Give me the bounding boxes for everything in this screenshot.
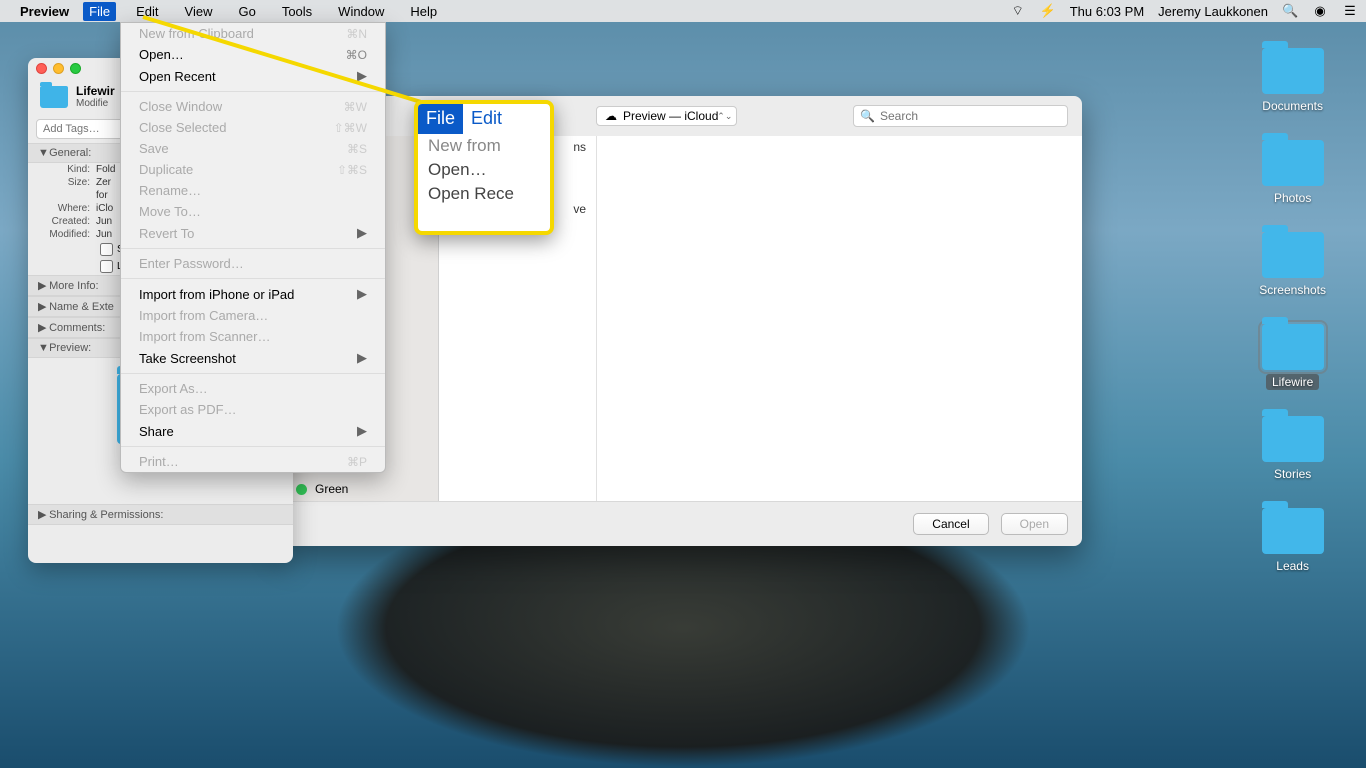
open-dialog: ☁︎ Preview — iCloud 🔍 Yellow Green ns ve… (282, 96, 1082, 546)
menu-item-new-from-clipboard: New from Clipboard⌘N (121, 23, 385, 44)
callout-edit: Edit (463, 104, 510, 134)
menu-item-open-[interactable]: Open…⌘O (121, 44, 385, 65)
desktop-folder-stories[interactable]: Stories (1262, 416, 1324, 482)
search-input[interactable] (853, 105, 1068, 127)
menu-item-take-screenshot[interactable]: Take Screenshot▶ (121, 347, 385, 369)
cancel-button[interactable]: Cancel (913, 513, 988, 535)
menu-window[interactable]: Window (332, 2, 390, 21)
folder-icon (1262, 416, 1324, 462)
folder-icon (1262, 140, 1324, 186)
shared-checkbox[interactable] (100, 243, 113, 256)
folder-label: Stories (1268, 466, 1317, 482)
folder-label: Leads (1270, 558, 1315, 574)
menu-item-import-from-scanner-: Import from Scanner… (121, 326, 385, 347)
menu-view[interactable]: View (179, 2, 219, 21)
desktop-icons: Documents Photos Screenshots Lifewire Storie… (1253, 48, 1332, 574)
desktop-folder-photos[interactable]: Photos (1262, 140, 1324, 206)
section-sharing[interactable]: ▶ Sharing & Permissions: (28, 504, 293, 525)
menu-item-export-as-pdf-: Export as PDF… (121, 399, 385, 420)
icloud-icon: ☁︎ (605, 109, 617, 123)
menu-item-save: Save⌘S (121, 138, 385, 159)
open-button[interactable]: Open (1001, 513, 1068, 535)
info-subtitle: Modifie (76, 98, 115, 109)
menu-item-close-window: Close Window⌘W (121, 96, 385, 117)
folder-icon (1262, 324, 1324, 370)
menu-item-move-to-: Move To… (121, 201, 385, 222)
search-icon: 🔍 (860, 109, 875, 123)
menu-item-import-from-iphone-or-ipad[interactable]: Import from iPhone or iPad▶ (121, 283, 385, 305)
menu-item-export-as-: Export As… (121, 378, 385, 399)
desktop-folder-documents[interactable]: Documents (1256, 48, 1329, 114)
app-name[interactable]: Preview (20, 4, 69, 19)
folder-label: Photos (1268, 190, 1317, 206)
callout-item: New from (418, 134, 550, 158)
callout-item: Open Rece (418, 182, 550, 206)
folder-icon (1262, 232, 1324, 278)
folder-icon (40, 86, 68, 108)
menu-tools[interactable]: Tools (276, 2, 318, 21)
zoom-icon[interactable] (70, 63, 81, 74)
menu-item-import-from-camera-: Import from Camera… (121, 305, 385, 326)
user-name[interactable]: Jeremy Laukkonen (1158, 4, 1268, 19)
menu-item-print-: Print…⌘P (121, 451, 385, 472)
callout-item: Open… (418, 158, 550, 182)
menu-item-enter-password-: Enter Password… (121, 253, 385, 274)
battery-icon[interactable]: ⚡ (1040, 3, 1056, 19)
folder-label: Screenshots (1253, 282, 1332, 298)
file-menu-dropdown: New from Clipboard⌘NOpen…⌘OOpen Recent▶C… (120, 22, 386, 473)
menu-item-rename-: Rename… (121, 180, 385, 201)
folder-icon (1262, 48, 1324, 94)
notification-center-icon[interactable]: ☰ (1342, 3, 1358, 19)
menu-item-revert-to: Revert To▶ (121, 222, 385, 244)
folder-label: Lifewire (1266, 374, 1319, 390)
menu-help[interactable]: Help (404, 2, 443, 21)
menu-file[interactable]: File (83, 2, 116, 21)
menu-item-close-selected: Close Selected⇧⌘W (121, 117, 385, 138)
wifi-icon[interactable]: ⌔ (1010, 3, 1026, 19)
menu-item-duplicate: Duplicate⇧⌘S (121, 159, 385, 180)
minimize-icon[interactable] (53, 63, 64, 74)
desktop-folder-screenshots[interactable]: Screenshots (1253, 232, 1332, 298)
menubar: Preview File Edit View Go Tools Window H… (0, 0, 1366, 22)
spotlight-icon[interactable]: 🔍 (1282, 3, 1298, 19)
locked-checkbox[interactable] (100, 260, 113, 273)
callout-file: File (418, 104, 463, 134)
menu-item-share[interactable]: Share▶ (121, 420, 385, 442)
info-title: Lifewir (76, 84, 115, 98)
annotation-callout: File Edit New from Open… Open Rece (414, 100, 554, 235)
location-label: Preview — iCloud (623, 109, 718, 123)
location-popup[interactable]: ☁︎ Preview — iCloud (596, 106, 737, 126)
clock[interactable]: Thu 6:03 PM (1070, 4, 1144, 19)
folder-label: Documents (1256, 98, 1329, 114)
file-list-column-2[interactable] (597, 136, 1082, 501)
folder-icon (1262, 508, 1324, 554)
desktop-folder-lifewire[interactable]: Lifewire (1262, 324, 1324, 390)
menu-go[interactable]: Go (232, 2, 261, 21)
close-icon[interactable] (36, 63, 47, 74)
siri-icon[interactable]: ◉ (1312, 3, 1328, 19)
tag-green[interactable]: Green (282, 478, 438, 500)
desktop-folder-leads[interactable]: Leads (1262, 508, 1324, 574)
